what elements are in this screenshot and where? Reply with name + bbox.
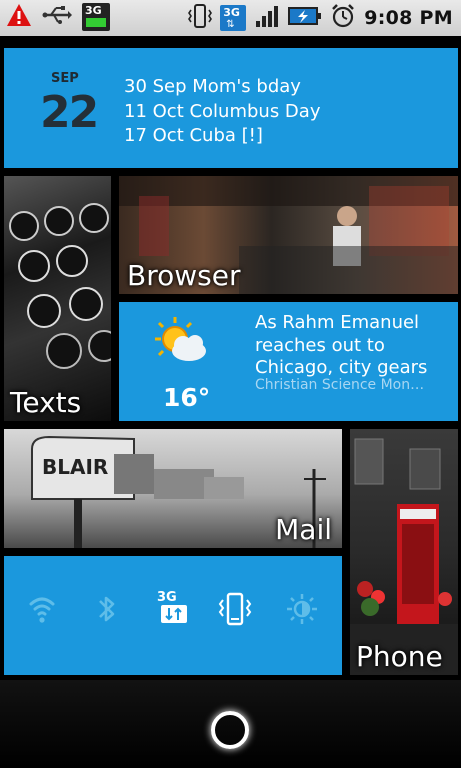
warning-icon	[6, 3, 32, 31]
browser-tile[interactable]: Browser	[119, 176, 458, 294]
phone-tile[interactable]: Phone	[350, 429, 458, 675]
vibrate-icon	[188, 3, 213, 33]
texts-tile[interactable]: Texts	[4, 176, 111, 421]
weather-temperature: 16°	[163, 383, 211, 412]
calendar-day: 22	[40, 87, 99, 138]
3g-badge-label: 3G	[85, 4, 102, 17]
calendar-event: 30 Sep Mom's bday	[124, 76, 301, 97]
svg-text:BLAIR: BLAIR	[42, 455, 108, 479]
clock: 9:08 PM	[364, 7, 453, 29]
mail-label: Mail	[275, 513, 332, 546]
partly-cloudy-icon	[153, 315, 211, 369]
mobile-data-label: 3G	[157, 590, 177, 605]
calendar-month: SEP	[51, 71, 79, 86]
news-headline: As Rahm Emanuel reaches out to Chicago, …	[255, 312, 428, 378]
mobile-data-icon[interactable]: 3G	[157, 590, 187, 624]
status-bar[interactable]: 3G 3G ⇅ 9:08 PM	[0, 0, 461, 36]
vibrate-toggle-icon[interactable]	[218, 592, 252, 630]
typewriter-keys-image	[9, 203, 111, 369]
3g-data-label: 3G	[223, 6, 240, 19]
3g-icon: 3G	[82, 3, 110, 31]
3g-data-icon: 3G ⇅	[220, 5, 247, 31]
calendar-event: 17 Oct Cuba [!]	[124, 125, 263, 146]
texts-label: Texts	[10, 386, 82, 419]
calendar-events: 30 Sep Mom's bday 11 Oct Columbus Day 17…	[124, 75, 320, 149]
signal-icon	[254, 3, 280, 33]
3g-signal-bar	[86, 18, 106, 27]
brightness-icon[interactable]	[285, 592, 319, 630]
wifi-icon[interactable]	[28, 592, 56, 630]
battery-charging-icon	[288, 5, 322, 31]
mail-tile[interactable]: BLAIR Mail	[4, 429, 342, 548]
calendar-event: 11 Oct Columbus Day	[124, 100, 321, 122]
phone-booth-image	[350, 438, 458, 675]
phone-label: Phone	[356, 640, 443, 673]
browser-label: Browser	[127, 259, 241, 292]
arrows-icon: ⇅	[226, 19, 235, 30]
usb-icon	[42, 4, 72, 30]
news-source: Christian Science Mon…	[255, 377, 425, 393]
alarm-icon	[330, 3, 356, 33]
home-button[interactable]	[211, 711, 249, 749]
bluetooth-icon[interactable]	[95, 592, 119, 630]
